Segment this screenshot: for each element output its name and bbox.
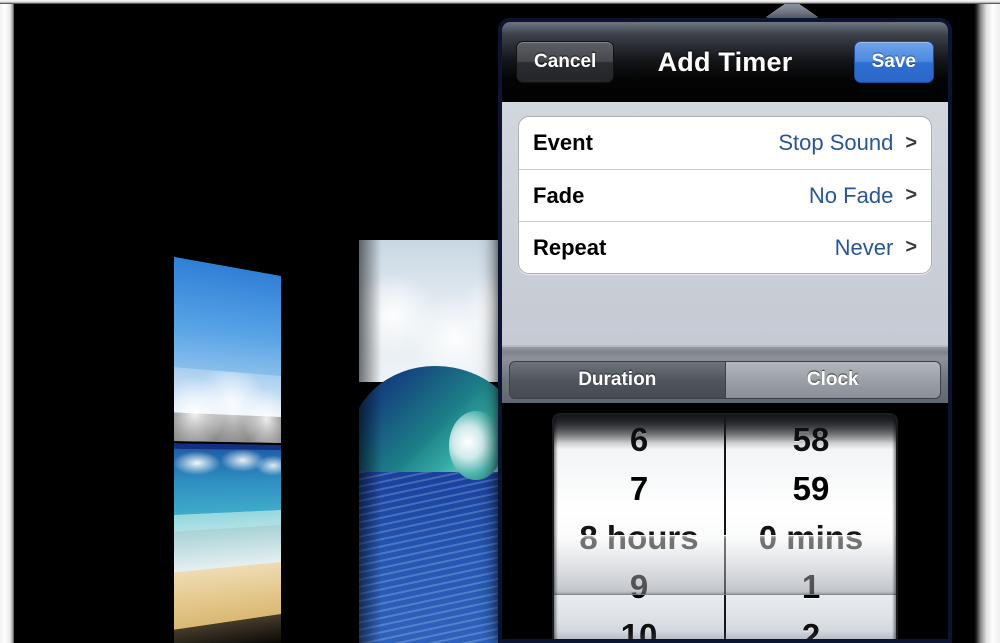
row-value: Never [834, 234, 894, 260]
picker-item[interactable]: 7 [554, 464, 724, 513]
beach-clouds-icon [174, 367, 281, 443]
window-frame-right [974, 0, 1000, 643]
wave-artwork [359, 240, 519, 643]
picker-item-selected[interactable]: 0 mins [726, 513, 896, 562]
picker-column-minutes[interactable]: 58 59 0 mins 1 2 [724, 415, 896, 639]
settings-group: Event Stop Sound > Fade No Fade > Repeat… [518, 116, 932, 274]
picker-item[interactable]: 59 [726, 464, 896, 513]
beach-surf [174, 449, 281, 478]
picker-columns: 6 7 8 hours 9 10 58 59 0 mins 1 2 [554, 415, 896, 639]
row-label: Repeat [533, 234, 607, 260]
picker-column-hours[interactable]: 6 7 8 hours 9 10 [554, 415, 724, 639]
chevron-right-icon: > [905, 236, 917, 258]
add-timer-popover: Cancel Add Timer Save Event Stop Sound >… [498, 0, 952, 643]
popover-body: Cancel Add Timer Save Event Stop Sound >… [498, 18, 952, 643]
save-button[interactable]: Save [853, 41, 934, 83]
row-right: No Fade > [809, 183, 917, 209]
settings-row-fade[interactable]: Fade No Fade > [519, 169, 931, 221]
cancel-button[interactable]: Cancel [516, 41, 615, 83]
settings-table: Event Stop Sound > Fade No Fade > Repeat… [502, 102, 948, 345]
picker-item[interactable]: 58 [726, 415, 896, 464]
toolbar-strip [502, 345, 948, 358]
picker-item[interactable]: 6 [554, 415, 724, 464]
settings-row-repeat[interactable]: Repeat Never > [519, 221, 931, 273]
picker-item[interactable]: 9 [554, 563, 724, 612]
chevron-right-icon: > [905, 131, 917, 154]
picker-item[interactable]: 1 [726, 563, 896, 612]
tab-duration[interactable]: Duration [509, 361, 726, 399]
duration-picker[interactable]: 6 7 8 hours 9 10 58 59 0 mins 1 2 [552, 413, 898, 639]
settings-row-event[interactable]: Event Stop Sound > [519, 117, 931, 169]
window-frame-top [0, 0, 1000, 4]
row-value: Stop Sound [778, 130, 894, 155]
segmented-control: Duration Clock [502, 358, 948, 403]
picker-item[interactable]: 2 [726, 612, 896, 639]
row-label: Event [533, 130, 593, 155]
screen: Cancel Add Timer Save Event Stop Sound >… [0, 0, 1000, 643]
wave-cover[interactable] [359, 240, 519, 643]
row-right: Stop Sound > [778, 130, 917, 156]
picker-item-selected[interactable]: 8 hours [554, 513, 724, 562]
row-label: Fade [533, 182, 585, 208]
beach-artwork [174, 256, 281, 643]
duration-picker-area: 6 7 8 hours 9 10 58 59 0 mins 1 2 [502, 403, 948, 639]
beach-cover[interactable] [174, 256, 281, 643]
popover-navbar: Cancel Add Timer Save [502, 22, 948, 102]
chevron-right-icon: > [905, 184, 917, 206]
row-value: No Fade [808, 182, 894, 208]
row-right: Never > [835, 235, 917, 261]
window-frame-left [0, 0, 14, 643]
wave-edge-shadow [359, 240, 519, 643]
tab-clock[interactable]: Clock [725, 361, 941, 399]
picker-item[interactable]: 10 [554, 612, 724, 639]
